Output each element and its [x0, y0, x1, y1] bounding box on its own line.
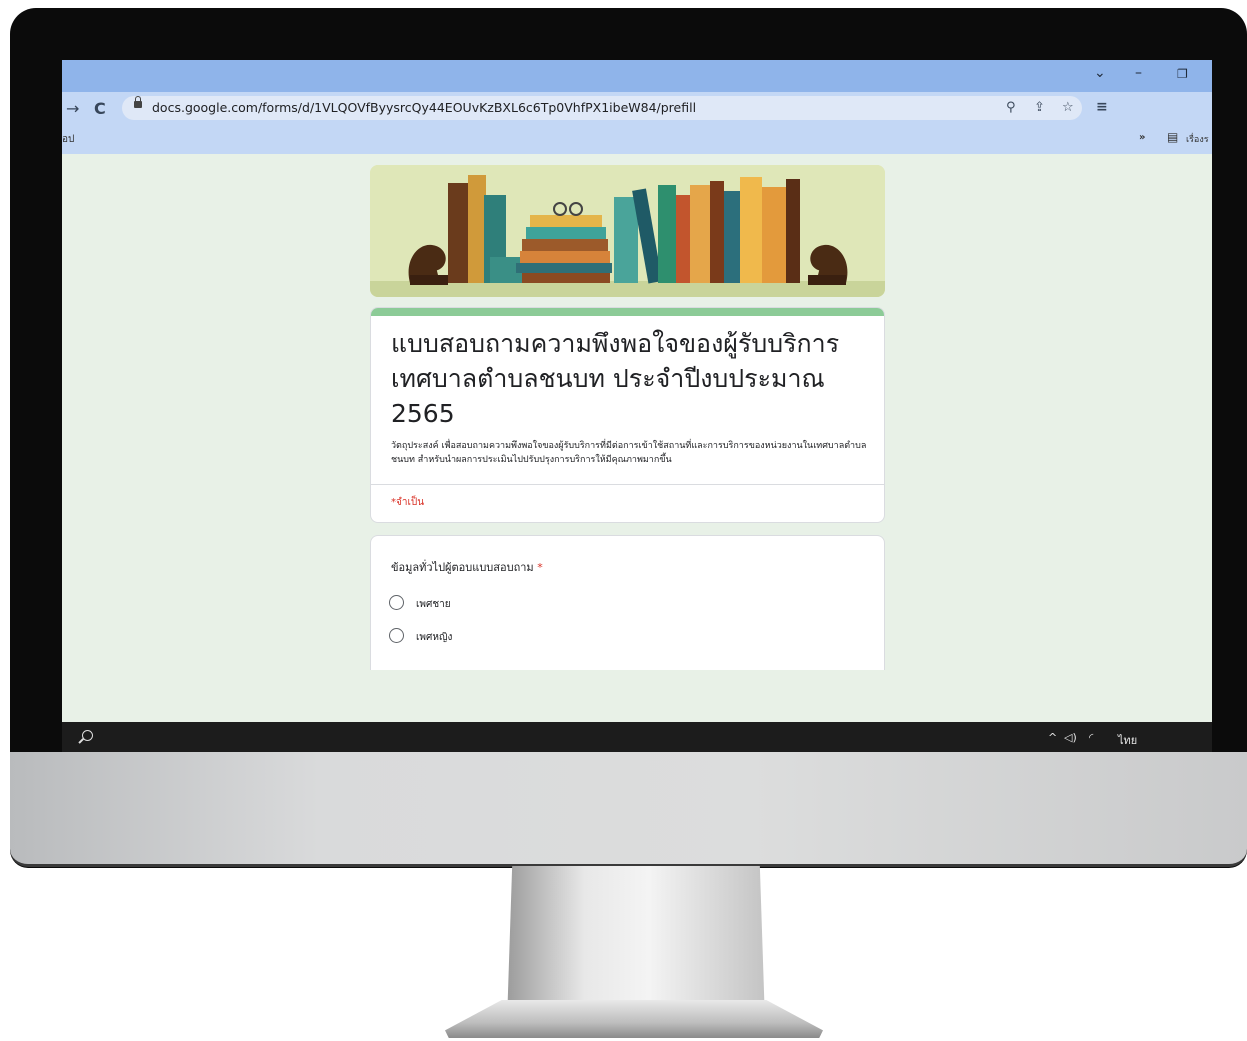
screen: ⌄ – ❐ → C docs.google.com/forms/d/1VLQOV… — [62, 60, 1212, 752]
bookshelf-illustration — [370, 165, 885, 297]
bookmark-item[interactable]: เรื่องร — [1186, 132, 1209, 146]
form-page: แบบสอบถามความพึงพอใจของผู้รับบริการเทศบา… — [62, 154, 1212, 722]
reload-icon[interactable]: C — [94, 99, 106, 118]
reading-list-icon[interactable]: ≡ — [1096, 99, 1108, 115]
wifi-icon[interactable]: ◜ — [1089, 731, 1093, 744]
url-text: docs.google.com/forms/d/1VLQOVfByysrcQy4… — [152, 100, 697, 115]
volume-icon[interactable]: ◁) — [1064, 731, 1077, 744]
question-label: ข้อมูลทั่วไปผู้ตอบแบบสอบถาม * — [391, 558, 543, 576]
question-card: ข้อมูลทั่วไปผู้ตอบแบบสอบถาม * เพศชาย เพศ… — [370, 535, 885, 670]
zoom-icon[interactable]: ⚲ — [1006, 100, 1016, 115]
option-label-female[interactable]: เพศหญิง — [416, 630, 452, 645]
language-indicator[interactable]: ไทย — [1118, 731, 1137, 749]
form-banner-image — [370, 165, 885, 297]
lock-icon — [134, 96, 142, 108]
bookmark-item[interactable]: อป — [62, 132, 74, 147]
back-arrow-icon[interactable]: → — [66, 99, 79, 118]
bookmarks-bar: อป » ▤ เรื่องร — [62, 124, 1212, 154]
radio-male[interactable] — [389, 595, 404, 610]
radio-female[interactable] — [389, 628, 404, 643]
form-description: วัตถุประสงค์ เพื่อสอบถามความพึงพอใจของผู… — [391, 441, 867, 465]
address-bar[interactable]: docs.google.com/forms/d/1VLQOVfByysrcQy4… — [122, 96, 1082, 120]
divider — [371, 484, 884, 485]
address-toolbar: → C docs.google.com/forms/d/1VLQOVfByysr… — [62, 92, 1212, 124]
question-text: ข้อมูลทั่วไปผู้ตอบแบบสอบถาม — [391, 561, 534, 574]
minimize-icon[interactable]: – — [1135, 65, 1142, 81]
star-icon[interactable]: ☆ — [1062, 100, 1074, 115]
taskbar: ^ ◁) ◜ ไทย — [62, 722, 1212, 752]
required-asterisk: * — [537, 561, 543, 574]
required-note: *จำเป็น — [391, 497, 425, 508]
form-title: แบบสอบถามความพึงพอใจของผู้รับบริการเทศบา… — [391, 329, 840, 428]
restore-icon[interactable]: ❐ — [1177, 67, 1188, 81]
card-accent-bar — [371, 308, 884, 316]
more-bookmarks-icon[interactable]: » — [1139, 132, 1145, 143]
search-icon[interactable] — [82, 730, 93, 741]
share-icon[interactable]: ⇪ — [1034, 100, 1045, 115]
chevron-down-icon[interactable]: ⌄ — [1094, 65, 1106, 81]
monitor-chin — [10, 752, 1247, 867]
chevron-up-icon[interactable]: ^ — [1048, 731, 1057, 744]
monitor-base — [445, 1000, 823, 1038]
bookmark-folder-icon[interactable]: ▤ — [1167, 130, 1178, 144]
tab-strip: ⌄ – ❐ — [62, 60, 1212, 92]
monitor-stand — [507, 866, 765, 1022]
option-label-male[interactable]: เพศชาย — [416, 597, 451, 612]
form-header-card: แบบสอบถามความพึงพอใจของผู้รับบริการเทศบา… — [370, 307, 885, 523]
